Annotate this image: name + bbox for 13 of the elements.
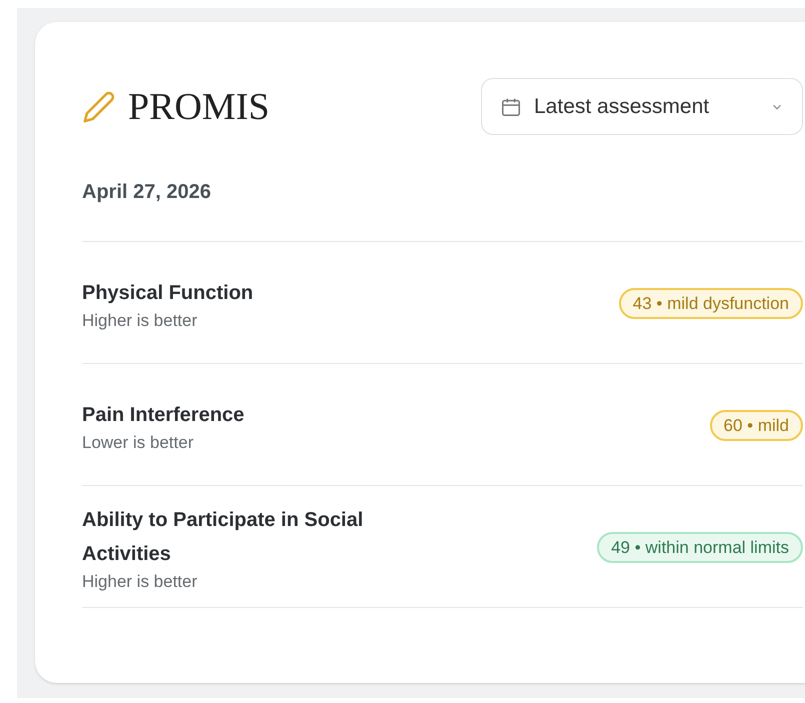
measure-hint: Higher is better bbox=[82, 310, 198, 332]
measure-name: Ability to Participate in Social Activities bbox=[82, 508, 364, 566]
measure-hint: Higher is better bbox=[82, 570, 198, 592]
score-badge: 60 • mild bbox=[710, 410, 803, 442]
assessment-date: April 27, 2026 bbox=[82, 180, 212, 205]
measure-name: Physical Function bbox=[82, 280, 254, 306]
assessment-dropdown[interactable]: Latest assessment bbox=[481, 78, 803, 135]
score-badge: 43 • mild dysfunction bbox=[618, 288, 803, 320]
card-title: PROMIS bbox=[128, 88, 270, 126]
measure-name: Pain Interference bbox=[82, 402, 246, 428]
measure-hint: Lower is better bbox=[82, 432, 194, 454]
score-badge: 49 • within normal limits bbox=[597, 532, 803, 564]
pencil-icon bbox=[82, 90, 116, 124]
